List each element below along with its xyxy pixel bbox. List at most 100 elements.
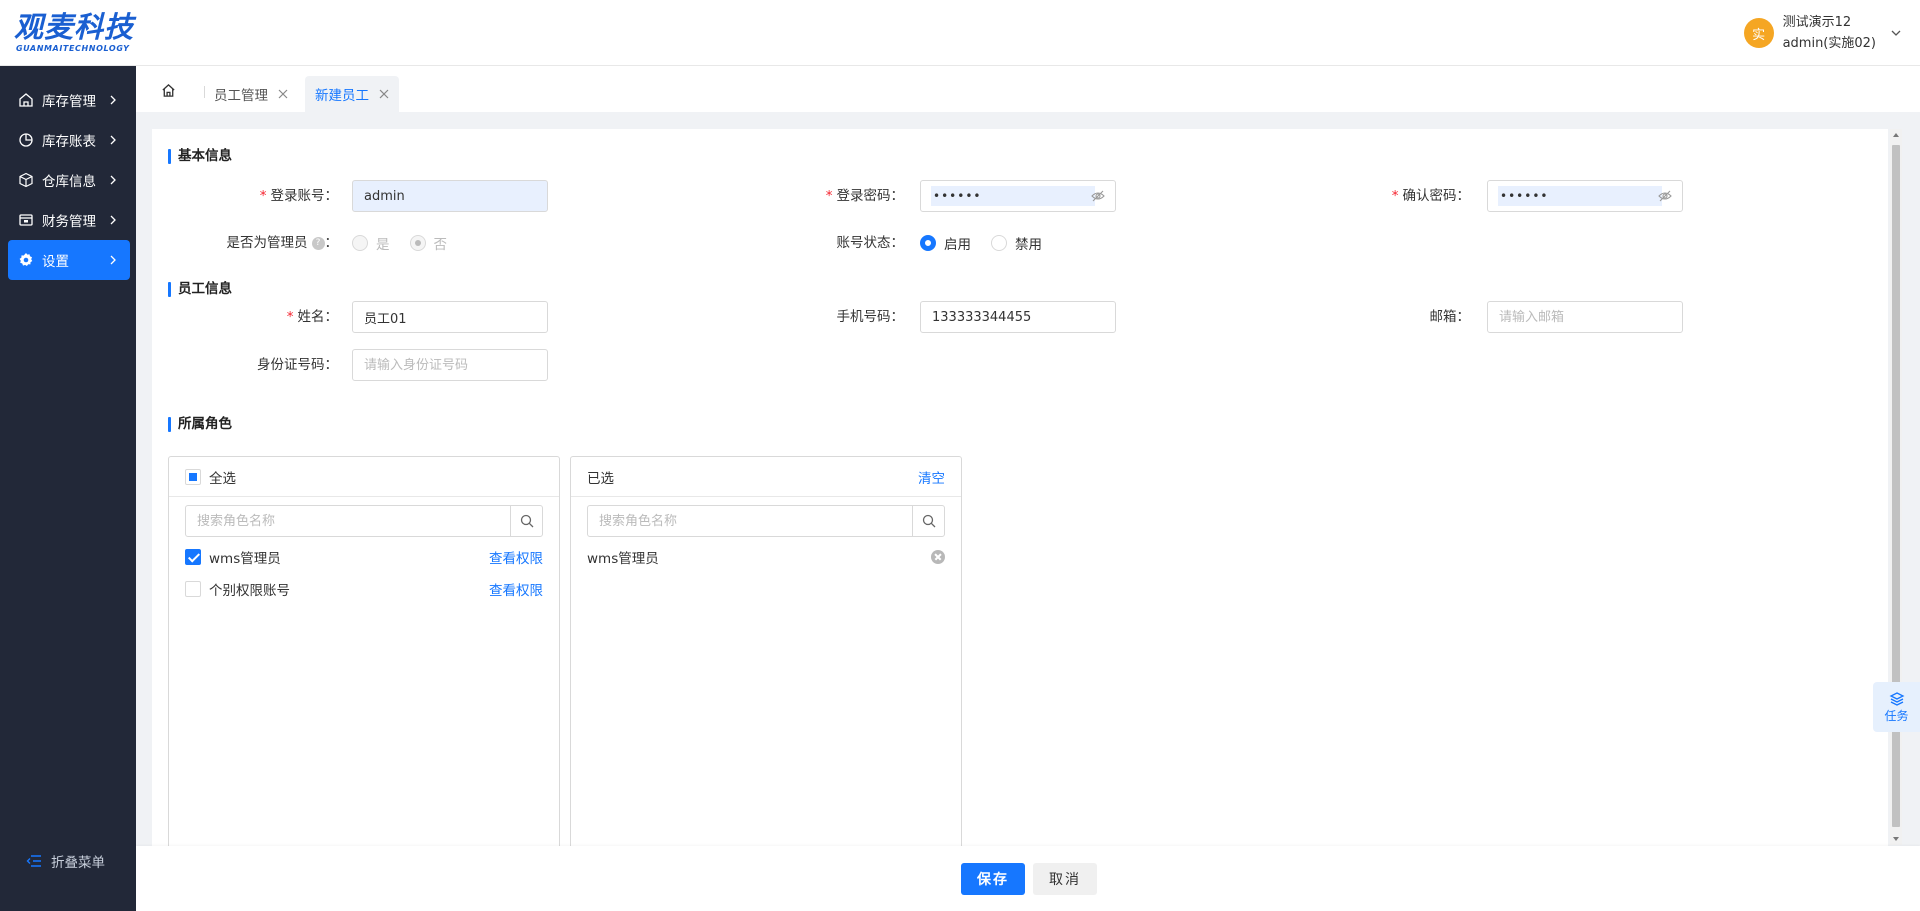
password-field[interactable] bbox=[920, 180, 1116, 212]
sidebar-item-label: 库存账表 bbox=[42, 134, 96, 150]
email-input[interactable] bbox=[1487, 301, 1683, 333]
name-input[interactable] bbox=[352, 301, 548, 333]
cancel-button[interactable]: 取消 bbox=[1033, 863, 1097, 895]
selected-title: 已选 bbox=[587, 470, 614, 487]
password-input[interactable] bbox=[931, 186, 1095, 206]
transfer-target-header: 已选 清空 bbox=[571, 457, 961, 497]
sidebar-item-inventory[interactable]: 库存管理 bbox=[8, 80, 130, 120]
logo-text: 观麦科技 bbox=[14, 10, 135, 44]
sidebar-item-finance[interactable]: 财务管理 bbox=[8, 200, 130, 240]
list-item: wms管理员 查看权限 bbox=[185, 545, 543, 569]
view-permission-link[interactable]: 查看权限 bbox=[489, 579, 543, 599]
chevron-right-icon bbox=[110, 95, 116, 105]
task-label: 任务 bbox=[1884, 708, 1909, 723]
form-card: 基本信息 *登录账号： *登录密码： *确认密码： 是否为管理员?： 是 否 账… bbox=[152, 129, 1888, 846]
account-input[interactable] bbox=[352, 180, 548, 212]
id-card-label: 身份证号码： bbox=[257, 357, 338, 373]
close-icon[interactable] bbox=[278, 89, 288, 99]
tab-employee-management[interactable]: 员工管理 bbox=[204, 76, 298, 112]
eye-off-icon[interactable] bbox=[1658, 189, 1672, 203]
sidebar: 库存管理 库存账表 仓库信息 财务管理 设置 折叠菜单 bbox=[0, 66, 136, 911]
select-all-checkbox[interactable] bbox=[185, 468, 201, 485]
vertical-scrollbar[interactable] bbox=[1890, 129, 1902, 845]
task-float-button[interactable]: 任务 bbox=[1873, 682, 1920, 732]
target-search-input[interactable] bbox=[588, 506, 912, 536]
collapse-menu-button[interactable]: 折叠菜单 bbox=[26, 851, 105, 871]
tab-label: 新建员工 bbox=[315, 88, 369, 104]
phone-label: 手机号码： bbox=[836, 309, 905, 325]
footer-bar: 保存 取消 bbox=[136, 846, 1920, 911]
role-label: wms管理员 bbox=[209, 551, 281, 567]
chevron-right-icon bbox=[110, 135, 116, 145]
phone-input[interactable] bbox=[920, 301, 1116, 333]
eye-off-icon[interactable] bbox=[1091, 189, 1105, 203]
sidebar-item-inventory-report[interactable]: 库存账表 bbox=[8, 120, 130, 160]
user-tenant: 测试演示12 bbox=[1782, 15, 1852, 30]
search-icon bbox=[520, 514, 533, 528]
avatar[interactable]: 实 bbox=[1743, 18, 1774, 48]
list-item: wms管理员 bbox=[587, 545, 945, 569]
tab-home[interactable] bbox=[156, 78, 180, 102]
is-admin-yes-radio[interactable]: 是 bbox=[352, 233, 390, 253]
gear-icon bbox=[19, 253, 33, 266]
tab-new-employee[interactable]: 新建员工 bbox=[305, 76, 399, 112]
section-title-basic: 基本信息 bbox=[168, 148, 232, 164]
source-search-button[interactable] bbox=[510, 506, 542, 536]
tab-label: 员工管理 bbox=[214, 88, 268, 104]
transfer-target-panel: 已选 清空 wms管理员 bbox=[570, 456, 962, 846]
role-checkbox[interactable] bbox=[185, 549, 201, 565]
user-account: admin(实施02) bbox=[1782, 36, 1876, 51]
account-label: * 登录账号： bbox=[259, 188, 338, 204]
help-icon[interactable]: ? bbox=[311, 236, 325, 250]
status-enable-radio[interactable]: 启用 bbox=[920, 233, 971, 253]
chevron-right-icon bbox=[110, 215, 116, 225]
view-permission-link[interactable]: 查看权限 bbox=[489, 547, 543, 567]
search-icon bbox=[922, 514, 935, 528]
is-admin-label: 是否为管理员?： bbox=[226, 235, 339, 251]
is-admin-radio-group: 是 否 bbox=[352, 227, 467, 259]
role-checkbox[interactable] bbox=[185, 581, 201, 597]
close-icon[interactable] bbox=[379, 89, 389, 99]
section-title-employee: 员工信息 bbox=[168, 281, 232, 297]
transfer-source-panel: 全选 wms管理员 查看权限 个别权限账号 查看权限 bbox=[168, 456, 560, 846]
remove-icon[interactable] bbox=[931, 550, 945, 564]
confirm-password-field[interactable] bbox=[1487, 180, 1683, 212]
account-status-label: 账号状态： bbox=[836, 235, 905, 251]
chevron-down-icon[interactable] bbox=[1890, 27, 1902, 39]
tab-bar: 员工管理 新建员工 bbox=[136, 66, 1920, 112]
sidebar-item-label: 设置 bbox=[42, 254, 69, 270]
user-menu[interactable]: 实 测试演示12 admin(实施02) bbox=[1743, 12, 1902, 54]
scroll-down-icon[interactable] bbox=[1893, 837, 1899, 841]
section-title-roles: 所属角色 bbox=[168, 416, 232, 432]
chevron-right-icon bbox=[110, 255, 116, 265]
select-all-label: 全选 bbox=[209, 470, 236, 487]
name-label: * 姓名： bbox=[286, 309, 338, 325]
home-icon bbox=[19, 93, 33, 107]
pie-chart-icon bbox=[19, 133, 33, 147]
account-status-radio-group: 启用 禁用 bbox=[920, 227, 1062, 259]
scroll-up-icon[interactable] bbox=[1893, 133, 1899, 137]
logo-subtext: GUANMAITECHNOLOGY bbox=[16, 44, 130, 53]
top-header: 观麦科技 GUANMAITECHNOLOGY 实 测试演示12 admin(实施… bbox=[0, 0, 1920, 66]
sidebar-item-warehouse[interactable]: 仓库信息 bbox=[8, 160, 130, 200]
sidebar-item-settings[interactable]: 设置 bbox=[8, 240, 130, 280]
is-admin-no-radio[interactable]: 否 bbox=[409, 233, 447, 253]
logo: 观麦科技 GUANMAITECHNOLOGY bbox=[14, 10, 144, 56]
sidebar-item-label: 财务管理 bbox=[42, 214, 96, 230]
confirm-password-label: * 确认密码： bbox=[1391, 188, 1470, 204]
save-button[interactable]: 保存 bbox=[961, 863, 1025, 895]
source-search-box bbox=[185, 505, 543, 537]
confirm-password-input[interactable] bbox=[1498, 186, 1662, 206]
wallet-icon bbox=[19, 214, 33, 226]
sidebar-item-label: 仓库信息 bbox=[42, 174, 96, 190]
status-disable-radio[interactable]: 禁用 bbox=[991, 233, 1042, 253]
role-label: 个别权限账号 bbox=[209, 583, 290, 599]
clear-link[interactable]: 清空 bbox=[918, 467, 945, 487]
target-search-button[interactable] bbox=[912, 506, 944, 536]
sidebar-item-label: 库存管理 bbox=[42, 94, 96, 110]
menu-fold-icon bbox=[26, 855, 41, 867]
chevron-right-icon bbox=[110, 175, 116, 185]
id-card-input[interactable] bbox=[352, 349, 548, 381]
source-search-input[interactable] bbox=[186, 506, 510, 536]
email-label: 邮箱： bbox=[1429, 309, 1471, 325]
